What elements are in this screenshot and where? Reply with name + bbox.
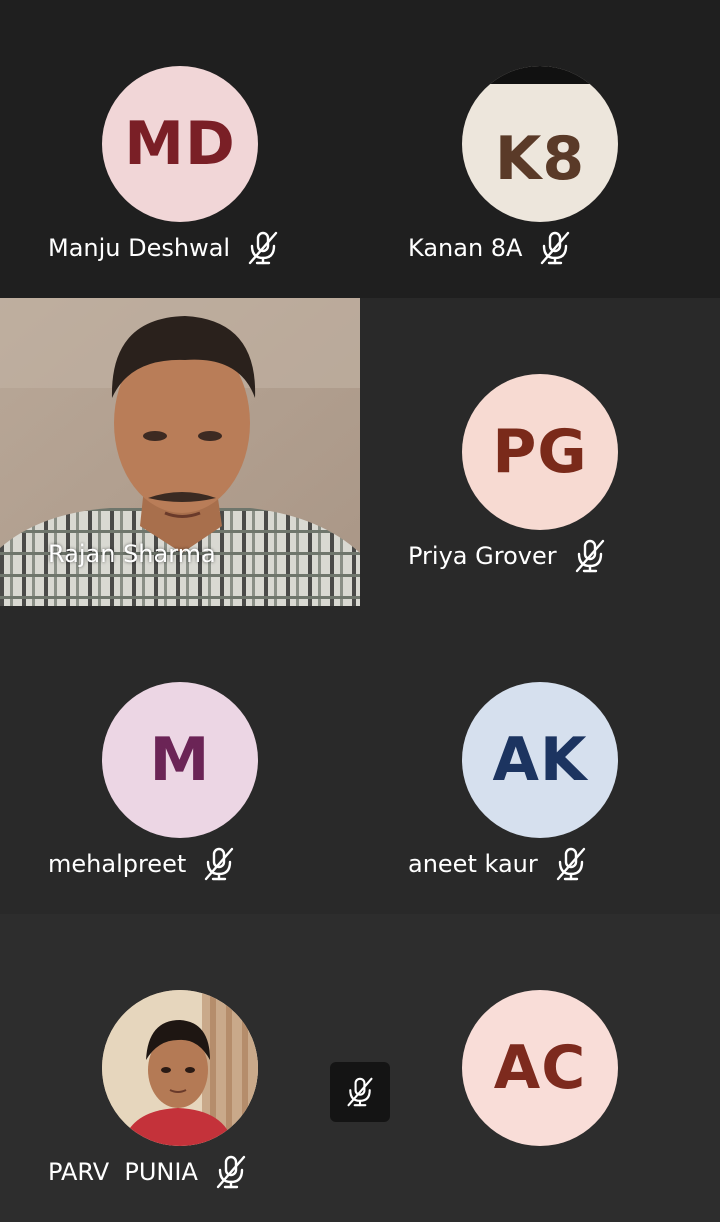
participant-name-row: Priya Grover — [408, 538, 607, 574]
participant-name: aneet kaur — [408, 850, 538, 878]
participant-tile[interactable]: M mehalpreet — [0, 606, 360, 914]
avatar: AC — [462, 990, 618, 1146]
participant-name: PARV PUNIA — [48, 1158, 198, 1186]
participant-tile[interactable]: MD Manju Deshwal — [0, 0, 360, 308]
mic-off-icon — [202, 846, 236, 882]
avatar-photo — [102, 990, 258, 1146]
avatar: M — [102, 682, 258, 838]
participant-tile[interactable]: K8 Kanan 8A — [360, 0, 720, 308]
avatar-initials: AC — [494, 1033, 586, 1103]
mute-toggle-button[interactable] — [330, 1062, 390, 1122]
participant-tile[interactable]: PARV PUNIA — [0, 914, 360, 1222]
video-call-grid: MD Manju Deshwal K8 Kanan 8A — [0, 0, 720, 1222]
avatar: MD — [102, 66, 258, 222]
participant-name-row: aneet kaur — [408, 846, 588, 882]
mic-off-icon — [214, 1154, 248, 1190]
participant-name-row: PARV PUNIA — [48, 1154, 248, 1190]
participant-name-row: mehalpreet — [48, 846, 236, 882]
participant-name-row: Rajan Sharma — [48, 540, 216, 568]
avatar-initials: K8 — [495, 124, 585, 194]
mic-off-icon — [345, 1076, 375, 1108]
avatar: K8 — [462, 66, 618, 222]
avatar-initials: AK — [493, 725, 588, 795]
participant-tile[interactable]: AK aneet kaur — [360, 606, 720, 914]
avatar-initials: MD — [124, 109, 236, 179]
participant-tile[interactable]: PG Priya Grover — [360, 298, 720, 606]
mic-off-icon — [573, 538, 607, 574]
participant-name: Rajan Sharma — [48, 540, 216, 568]
avatar: PG — [462, 374, 618, 530]
participant-name: Manju Deshwal — [48, 234, 230, 262]
participant-tile[interactable]: AC — [360, 914, 720, 1222]
participant-video-tile[interactable]: Rajan Sharma — [0, 298, 360, 606]
mic-off-icon — [538, 230, 572, 266]
participant-name-row: Manju Deshwal — [48, 230, 280, 266]
avatar-initials: M — [150, 725, 211, 795]
avatar: AK — [462, 682, 618, 838]
participant-name: Priya Grover — [408, 542, 557, 570]
mic-off-icon — [246, 230, 280, 266]
avatar-initials: PG — [492, 417, 587, 487]
participant-name: Kanan 8A — [408, 234, 522, 262]
mic-off-icon — [554, 846, 588, 882]
profile-photo — [102, 990, 258, 1146]
avatar-photo-strip — [462, 66, 618, 84]
participant-name: mehalpreet — [48, 850, 186, 878]
participant-name-row: Kanan 8A — [408, 230, 572, 266]
